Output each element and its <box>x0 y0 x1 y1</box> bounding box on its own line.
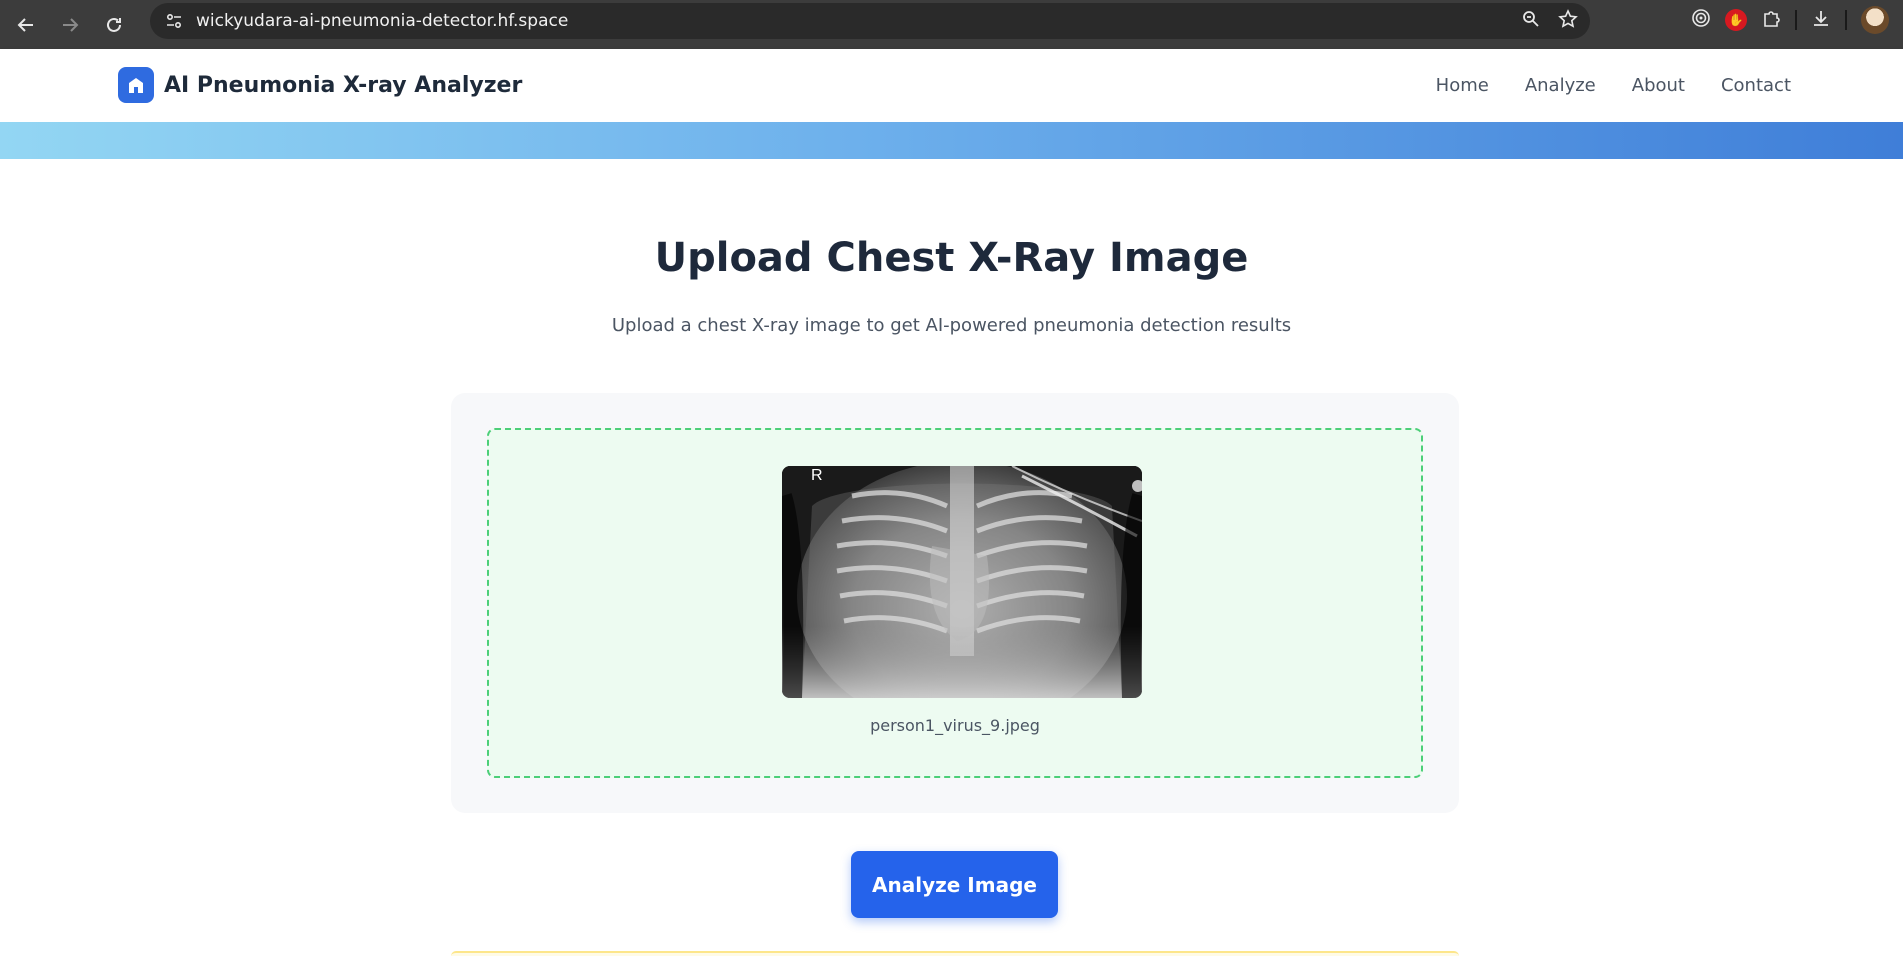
puzzle-extensions-icon[interactable] <box>1761 8 1781 33</box>
extensions-area: ✋ <box>1691 0 1903 40</box>
xray-preview-image: R <box>782 466 1142 698</box>
brand-title: AI Pneumonia X-ray Analyzer <box>164 72 523 98</box>
back-button[interactable] <box>4 5 48 45</box>
bookmark-star-icon[interactable] <box>1558 8 1578 34</box>
uploaded-file-name: person1_virus_9.jpeg <box>870 716 1040 735</box>
chest-xray-graphic <box>782 466 1142 698</box>
target-extension-icon[interactable] <box>1691 8 1711 33</box>
nav-home[interactable]: Home <box>1436 75 1489 96</box>
browser-toolbar: wickyudara-ai-pneumonia-detector.hf.spac… <box>0 0 1903 49</box>
stop-hand-extension-icon[interactable]: ✋ <box>1725 9 1747 31</box>
nav-about[interactable]: About <box>1632 75 1685 96</box>
reload-icon <box>107 17 121 32</box>
toolbar-divider <box>1795 10 1797 30</box>
download-icon[interactable] <box>1811 8 1831 33</box>
reload-button[interactable] <box>92 5 136 45</box>
main-nav: Home Analyze About Contact <box>1436 75 1791 96</box>
forward-button[interactable] <box>48 5 92 45</box>
address-bar[interactable]: wickyudara-ai-pneumonia-detector.hf.spac… <box>150 3 1590 39</box>
analyze-image-button[interactable]: Analyze Image <box>851 851 1058 918</box>
arrow-left-icon <box>17 17 33 32</box>
toolbar-divider <box>1845 10 1847 30</box>
nav-contact[interactable]: Contact <box>1721 75 1791 96</box>
url-text[interactable]: wickyudara-ai-pneumonia-detector.hf.spac… <box>196 11 568 31</box>
page-title: Upload Chest X-Ray Image <box>654 235 1249 281</box>
result-panel-edge <box>451 951 1459 956</box>
arrow-right-icon <box>63 17 79 32</box>
upload-card: R person1_virus_9.jpeg <box>451 393 1459 813</box>
home-logo-icon <box>118 67 154 103</box>
hero-gradient-strip <box>0 122 1903 159</box>
nav-analyze[interactable]: Analyze <box>1525 75 1596 96</box>
xray-side-marker: R <box>811 467 823 484</box>
site-header: AI Pneumonia X-ray Analyzer Home Analyze… <box>0 49 1903 122</box>
page-subtitle: Upload a chest X-ray image to get AI-pow… <box>611 315 1292 336</box>
site-settings-icon[interactable] <box>162 9 186 33</box>
file-dropzone[interactable]: R person1_virus_9.jpeg <box>487 428 1423 778</box>
zoom-icon[interactable] <box>1522 10 1540 33</box>
brand[interactable]: AI Pneumonia X-ray Analyzer <box>118 67 522 103</box>
profile-avatar[interactable] <box>1861 6 1889 34</box>
